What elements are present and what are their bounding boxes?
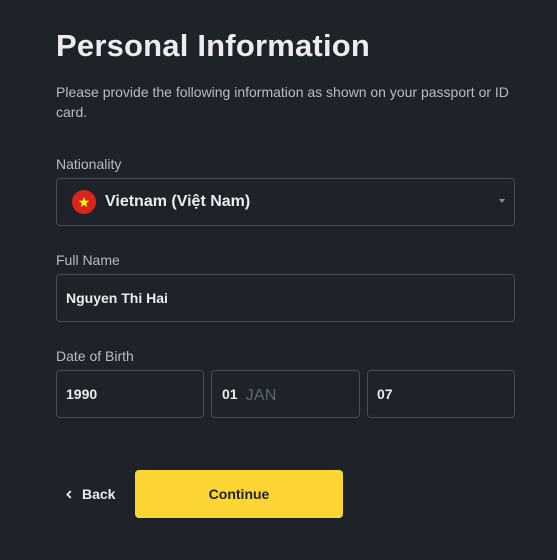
birth-month-value: 01	[222, 386, 238, 402]
page-title: Personal Information	[56, 28, 371, 63]
caret-down-icon[interactable]	[499, 199, 505, 203]
birth-day-field-container	[367, 370, 515, 418]
continue-button[interactable]: Continue	[135, 470, 343, 518]
full-name-input[interactable]	[66, 290, 496, 306]
nationality-select[interactable]: Vietnam (Việt Nam)	[56, 178, 515, 226]
full-name-label: Full Name	[56, 252, 120, 268]
page-description: Please provide the following information…	[56, 84, 509, 120]
back-button[interactable]: Back	[66, 482, 115, 506]
birth-month-field[interactable]: 01 JAN	[211, 370, 360, 418]
chevron-left-icon	[66, 489, 72, 499]
back-button-label: Back	[82, 486, 116, 502]
personal-information-page: Personal Information Please provide the …	[0, 0, 557, 560]
birth-year-field-container	[56, 370, 204, 418]
vietnam-flag-icon	[72, 190, 96, 214]
nationality-value: Vietnam (Việt Nam)	[105, 193, 251, 210]
birth-year-input[interactable]	[66, 386, 186, 402]
nationality-label: Nationality	[56, 156, 122, 172]
birth-month-name: JAN	[245, 386, 277, 404]
full-name-field-container	[56, 274, 515, 322]
birth-day-input[interactable]	[377, 386, 497, 402]
date-of-birth-label: Date of Birth	[56, 348, 134, 364]
